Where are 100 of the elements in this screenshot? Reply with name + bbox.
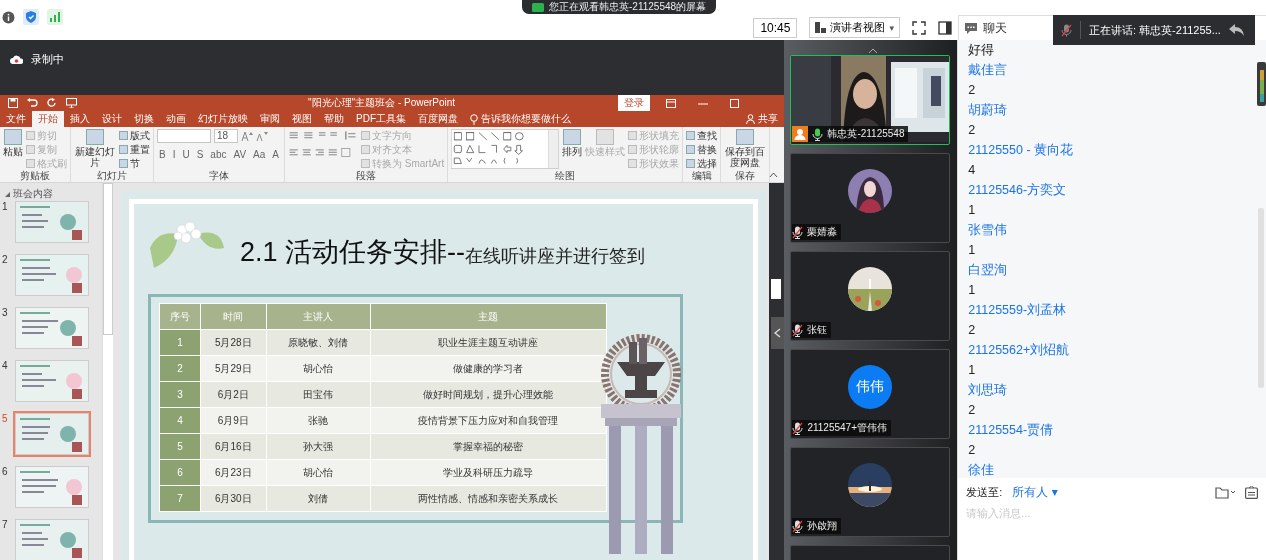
slide-thumbnail[interactable]: [15, 360, 89, 402]
font-name-field[interactable]: [157, 129, 211, 143]
chat-message: 1: [968, 362, 977, 379]
info-icon[interactable]: [2, 10, 15, 24]
ribbon-button[interactable]: 查找: [686, 129, 718, 142]
mic-muted-icon[interactable]: [792, 323, 804, 337]
slide-thumbnail[interactable]: [15, 254, 89, 296]
video-tile[interactable]: 伟伟 21125547+管伟伟: [790, 349, 951, 439]
tell-me-search[interactable]: 告诉我你想要做什么: [464, 111, 577, 127]
sender-name[interactable]: 21125550 - 黄向花: [968, 140, 1256, 160]
shield-icon[interactable]: [23, 9, 39, 25]
ribbon-tab[interactable]: 设计: [96, 111, 128, 127]
sender-name[interactable]: 21125562+刘炤航: [968, 340, 1256, 360]
collapse-handle[interactable]: [771, 317, 785, 349]
video-tile[interactable]: 孙啟翔: [790, 447, 951, 537]
sender-name[interactable]: 徐佳: [968, 460, 1256, 478]
slide-title: 2.1 活动任务安排--: [240, 236, 466, 269]
reply-icon[interactable]: [1228, 24, 1245, 36]
collapse-ribbon-icon[interactable]: [769, 172, 779, 178]
format-button[interactable]: I: [170, 149, 178, 160]
format-button[interactable]: U: [180, 149, 192, 160]
mic-muted-icon[interactable]: [792, 421, 804, 435]
side-panel-icon[interactable]: [938, 20, 952, 35]
format-button[interactable]: A: [270, 149, 281, 160]
ribbon-tab[interactable]: PDF工具集: [350, 111, 412, 127]
shrink-font-icon[interactable]: [256, 131, 268, 141]
ribbon-tab[interactable]: 审阅: [254, 111, 286, 127]
share-button[interactable]: 共享: [758, 112, 779, 126]
mic-icon[interactable]: [812, 127, 824, 141]
format-button[interactable]: B: [157, 149, 168, 160]
announcement-icon[interactable]: [1245, 486, 1258, 499]
ribbon-button[interactable]: 重置: [119, 143, 150, 156]
window-title: "阳光心理"主题班会 - PowerPoint: [308, 96, 457, 110]
format-button[interactable]: S: [194, 149, 206, 160]
audio-level-meter-icon: [1257, 62, 1266, 106]
scrollbar-thumb[interactable]: [103, 183, 113, 335]
save-icon[interactable]: [8, 98, 18, 108]
grow-font-icon[interactable]: [241, 131, 253, 141]
ribbon-tab[interactable]: 百度网盘: [412, 111, 464, 127]
section-title[interactable]: 班会内容: [13, 187, 53, 201]
slide-thumbnail[interactable]: [15, 413, 89, 455]
shapes-gallery-icon[interactable]: [451, 129, 560, 169]
recording-label: 录制中: [31, 51, 64, 67]
ribbon-tab[interactable]: 动画: [160, 111, 192, 127]
folder-icon[interactable]: [1215, 486, 1235, 499]
ribbon-tab[interactable]: 帮助: [318, 111, 350, 127]
screen-share-icon: [532, 2, 544, 12]
collapse-triangle-icon[interactable]: [5, 191, 10, 197]
send-to-label: 发送至:: [966, 485, 1003, 500]
undo-icon[interactable]: [27, 98, 38, 108]
format-button[interactable]: Aa: [251, 149, 268, 160]
ribbon-tab[interactable]: 切换: [128, 111, 160, 127]
chat-message: 2: [968, 402, 977, 419]
column-header: 主讲人: [266, 303, 371, 330]
view-menu-button[interactable]: 演讲者视图 ▾: [809, 17, 900, 38]
sender-name[interactable]: 胡蔚琦: [968, 100, 1256, 120]
presentation-icon[interactable]: [66, 98, 77, 108]
sender-name[interactable]: 刘思琦: [968, 380, 1256, 400]
format-button[interactable]: AV: [231, 149, 249, 160]
table-cell: 胡心怡: [266, 355, 371, 382]
sender-name[interactable]: 21125559-刘孟林: [968, 300, 1256, 320]
ribbon-tab[interactable]: 插入: [64, 111, 96, 127]
sender-name[interactable]: 21125546-方奕文: [968, 180, 1256, 200]
fullscreen-icon[interactable]: [912, 20, 926, 35]
video-tile[interactable]: 栗婧淼: [790, 153, 951, 243]
ribbon-button[interactable]: 节: [119, 157, 150, 170]
ribbon-button[interactable]: 版式: [119, 129, 150, 142]
video-tile[interactable]: 韩忠英-21125548: [790, 55, 951, 145]
ribbon-tab[interactable]: 幻灯片放映: [192, 111, 254, 127]
table-cell: 疫情背景下压力应对和自我管理: [370, 407, 607, 434]
scrollbar-thumb[interactable]: [771, 279, 782, 299]
sender-name[interactable]: 张雪伟: [968, 220, 1256, 240]
recipient-dropdown[interactable]: 所有人 ▾: [1012, 484, 1058, 501]
video-tile[interactable]: 张钰: [790, 251, 951, 341]
slide-thumbnail[interactable]: [15, 519, 89, 560]
slide-thumbnail[interactable]: [15, 466, 89, 508]
ribbon-button[interactable]: 新建幻灯片: [74, 129, 116, 168]
ribbon-tab[interactable]: 开始: [32, 111, 64, 127]
ribbon-tab[interactable]: 文件: [0, 111, 32, 127]
sender-name[interactable]: 21125554-贾倩: [968, 420, 1256, 440]
slide-number: 6: [2, 466, 9, 477]
slide-number: 4: [2, 360, 9, 371]
font-size-field[interactable]: 18: [214, 129, 238, 143]
mic-muted-icon[interactable]: [792, 519, 804, 533]
slide-thumbnail[interactable]: [15, 307, 89, 349]
sender-name[interactable]: 白翌洵: [968, 260, 1256, 280]
ribbon-button[interactable]: 保存到百度网盘: [724, 129, 767, 168]
ribbon-button[interactable]: 替换: [686, 143, 718, 156]
sign-in-button[interactable]: 登录: [618, 95, 650, 111]
maximize-icon[interactable]: [730, 98, 739, 108]
ribbon-display-icon[interactable]: [666, 98, 676, 108]
sender-name[interactable]: 戴佳言: [968, 60, 1256, 80]
slide-thumbnail[interactable]: [15, 201, 89, 243]
table-cell: 胡心怡: [266, 459, 371, 486]
redo-icon[interactable]: [47, 98, 57, 108]
mic-muted-icon[interactable]: [792, 225, 804, 239]
scroll-up-icon[interactable]: [868, 48, 879, 54]
ribbon-tab[interactable]: 视图: [286, 111, 318, 127]
ribbon-button[interactable]: 选择: [686, 157, 718, 170]
format-button[interactable]: abc: [208, 149, 229, 160]
